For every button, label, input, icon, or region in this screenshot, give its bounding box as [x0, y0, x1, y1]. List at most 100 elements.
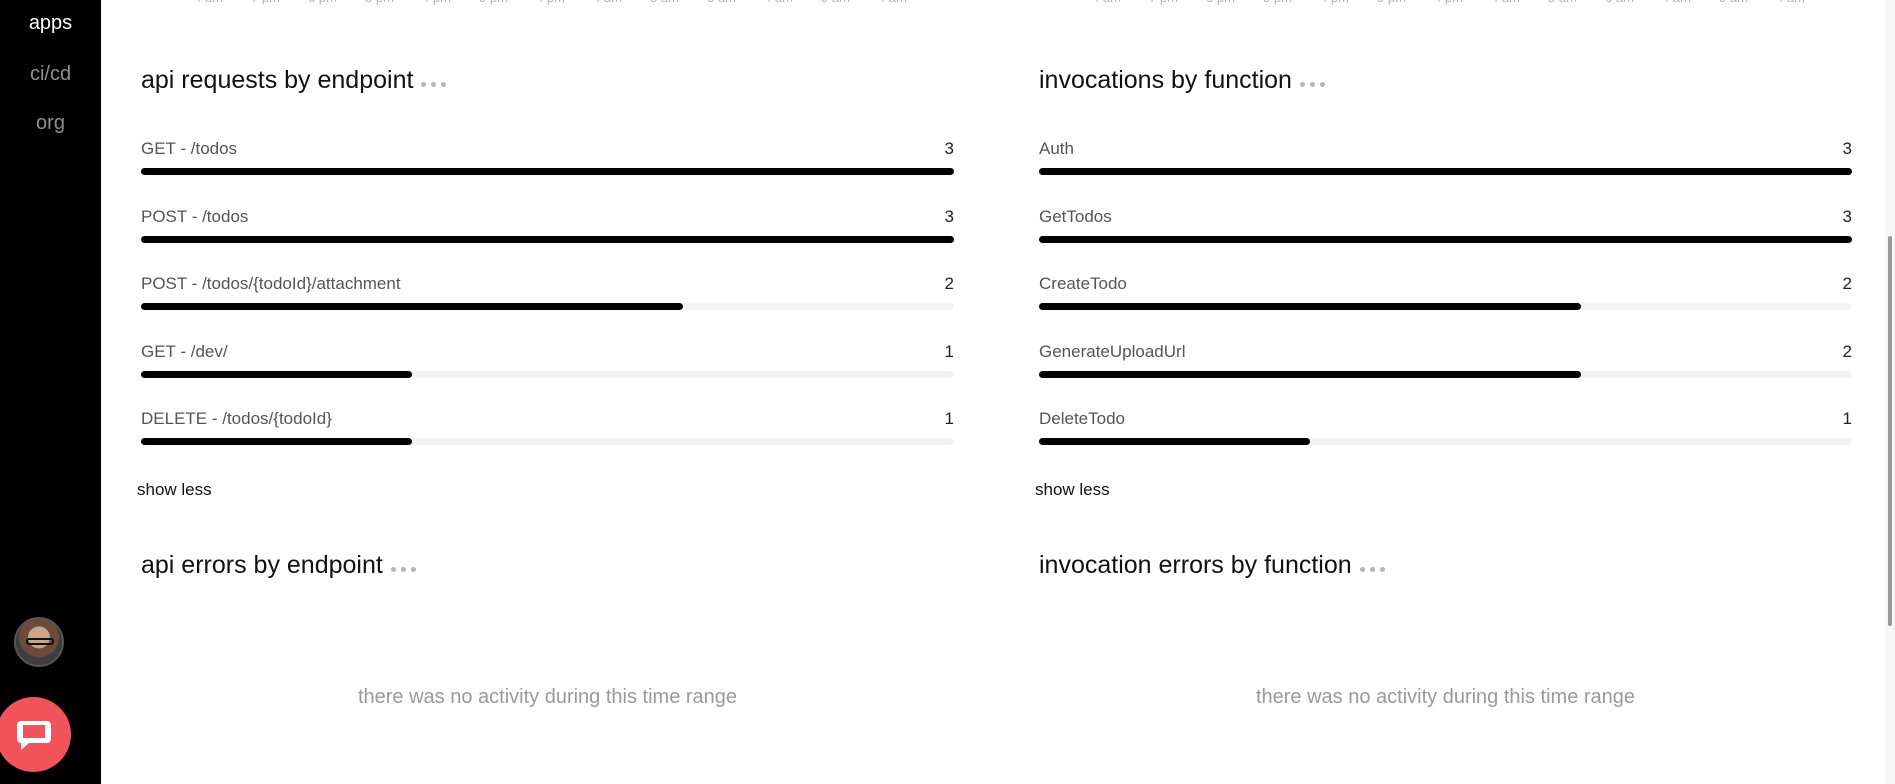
- page-scrollbar[interactable]: [1885, 0, 1895, 784]
- axis-tick-label: 5 am: [636, 0, 693, 6]
- bar-value: 1: [944, 341, 954, 361]
- bar-fill: [141, 235, 954, 243]
- bar-label: Auth: [1039, 139, 1074, 158]
- axis-tick-label: 9 pm: [1363, 0, 1420, 6]
- panel-title-row: invocations by function: [1039, 66, 1325, 95]
- axis-tick-label: 4 am: [750, 0, 807, 6]
- show-less-button[interactable]: show less: [137, 480, 212, 500]
- bar-fill: [141, 370, 412, 378]
- panel-title-row: api errors by endpoint: [141, 551, 416, 580]
- nav-item-cicd[interactable]: ci/cd: [0, 63, 101, 86]
- top-axis-right: 4 am7 pm6 pm5 pm4 pm9 pm4 pm4 am5 am6 am…: [1078, 0, 1819, 6]
- axis-tick-label: 4 pm: [1306, 0, 1363, 6]
- bar-value: 1: [944, 409, 954, 428]
- user-avatar[interactable]: [14, 617, 64, 667]
- axis-tick-label: 9 am: [807, 0, 864, 6]
- panel-title-row: invocation errors by function: [1039, 551, 1385, 580]
- bar-value: 3: [1842, 206, 1852, 226]
- axis-tick-label: 4 am: [180, 0, 237, 6]
- bar-value: 2: [944, 274, 954, 293]
- axis-tick-label: 4 am: [579, 0, 636, 6]
- bar-label: GET - /todos: [141, 139, 238, 158]
- panel-title: invocations by function: [1039, 66, 1292, 94]
- axis-tick-label: 5 am: [1534, 0, 1591, 6]
- more-dots-icon[interactable]: [390, 567, 416, 572]
- bar-row[interactable]: DELETE - /todos/{todoId} 1: [141, 409, 954, 459]
- bar-value: 2: [1842, 341, 1852, 361]
- chat-button[interactable]: [0, 697, 71, 772]
- axis-tick-label: 4 am: [1648, 0, 1705, 6]
- bar-row[interactable]: GET - /dev/1: [141, 342, 954, 392]
- bar-label: POST - /todos: [141, 206, 249, 226]
- bar-value: 3: [944, 206, 954, 226]
- bar-label: DeleteTodo: [1039, 409, 1126, 428]
- axis-tick-label: 5 pm: [351, 0, 408, 6]
- bar-track: [1039, 235, 1852, 243]
- axis-tick-label: 4 am: [1477, 0, 1534, 6]
- more-dots-icon[interactable]: [1359, 567, 1385, 572]
- chat-bubble-icon: [16, 720, 51, 750]
- axis-tick-label: 4 am: [1078, 0, 1135, 6]
- panel-title: api requests by endpoint: [141, 66, 414, 94]
- bar-track: [141, 370, 954, 378]
- axis-tick-label: 4 am: [1762, 0, 1819, 6]
- bar-label: GenerateUploadUrl: [1039, 341, 1186, 361]
- top-axis-left: 4 am7 pm6 pm5 pm4 pm9 pm4 pm4 am5 am6 am…: [180, 0, 921, 6]
- bar-track: [141, 235, 954, 243]
- bar-row[interactable]: GenerateUploadUrl 2: [1039, 342, 1852, 392]
- panel-title-row: api requests by endpoint: [141, 66, 447, 95]
- axis-tick-label: 5 pm: [1249, 0, 1306, 6]
- show-less-button[interactable]: show less: [1035, 480, 1110, 500]
- axis-tick-label: 4 pm: [1420, 0, 1477, 6]
- bar-row[interactable]: Auth 3: [1039, 139, 1852, 189]
- axis-tick-label: 4 am: [864, 0, 921, 6]
- bar-value: 3: [1842, 139, 1852, 158]
- bar-fill: [1039, 168, 1852, 175]
- bar-track: [1039, 303, 1852, 310]
- bar-value: 3: [944, 139, 954, 158]
- bar-label: POST - /todos/{todoId}/attachment: [141, 274, 401, 293]
- nav-item-apps[interactable]: apps: [0, 12, 101, 35]
- bar-row[interactable]: DeleteTodo 1: [1039, 409, 1852, 459]
- bar-row[interactable]: GetTodos 3: [1039, 207, 1852, 257]
- bar-track: [141, 168, 954, 175]
- bar-fill: [1039, 303, 1581, 310]
- sidebar: apps ci/cd org: [0, 0, 101, 784]
- more-dots-icon[interactable]: [1299, 82, 1325, 87]
- panel-title: api errors by endpoint: [141, 551, 383, 579]
- bar-track: [1039, 168, 1852, 175]
- axis-tick-label: 6 am: [1591, 0, 1648, 6]
- bar-label: GetTodos: [1039, 206, 1112, 226]
- bar-track: [141, 438, 954, 445]
- axis-tick-label: 9 pm: [465, 0, 522, 6]
- bar-row[interactable]: GET - /todos 3: [141, 139, 954, 189]
- bar-row[interactable]: CreateTodo 2: [1039, 274, 1852, 324]
- avatar-glasses-icon: [26, 638, 54, 645]
- panel-title: invocation errors by function: [1039, 551, 1352, 579]
- more-dots-icon[interactable]: [421, 82, 447, 87]
- axis-tick-label: 4 pm: [408, 0, 465, 6]
- bar-fill: [141, 168, 954, 175]
- axis-tick-label: 6 pm: [1192, 0, 1249, 6]
- bar-row[interactable]: POST - /todos 3: [141, 207, 954, 257]
- bar-value: 2: [1842, 274, 1852, 293]
- nav-item-org[interactable]: org: [0, 112, 101, 135]
- empty-state-message: there was no activity during this time r…: [357, 686, 738, 708]
- bar-track: [141, 303, 954, 310]
- bar-fill: [1039, 370, 1581, 378]
- axis-tick-label: 9 am: [1705, 0, 1762, 6]
- axis-tick-label: 7 pm: [237, 0, 294, 6]
- bar-track: [1039, 370, 1852, 378]
- axis-tick-label: 6 pm: [294, 0, 351, 6]
- bar-label: GET - /dev/: [141, 341, 228, 361]
- bar-value: 1: [1842, 409, 1852, 428]
- axis-tick-label: 7 pm: [1135, 0, 1192, 6]
- axis-tick-label: 4 pm: [522, 0, 579, 6]
- scrollbar-thumb[interactable]: [1888, 236, 1892, 626]
- bar-track: [1039, 438, 1852, 445]
- bar-fill: [141, 438, 412, 445]
- bar-fill: [1039, 438, 1310, 445]
- bar-fill: [141, 303, 683, 310]
- bar-row[interactable]: POST - /todos/{todoId}/attachment 2: [141, 274, 954, 324]
- bar-fill: [1039, 235, 1852, 243]
